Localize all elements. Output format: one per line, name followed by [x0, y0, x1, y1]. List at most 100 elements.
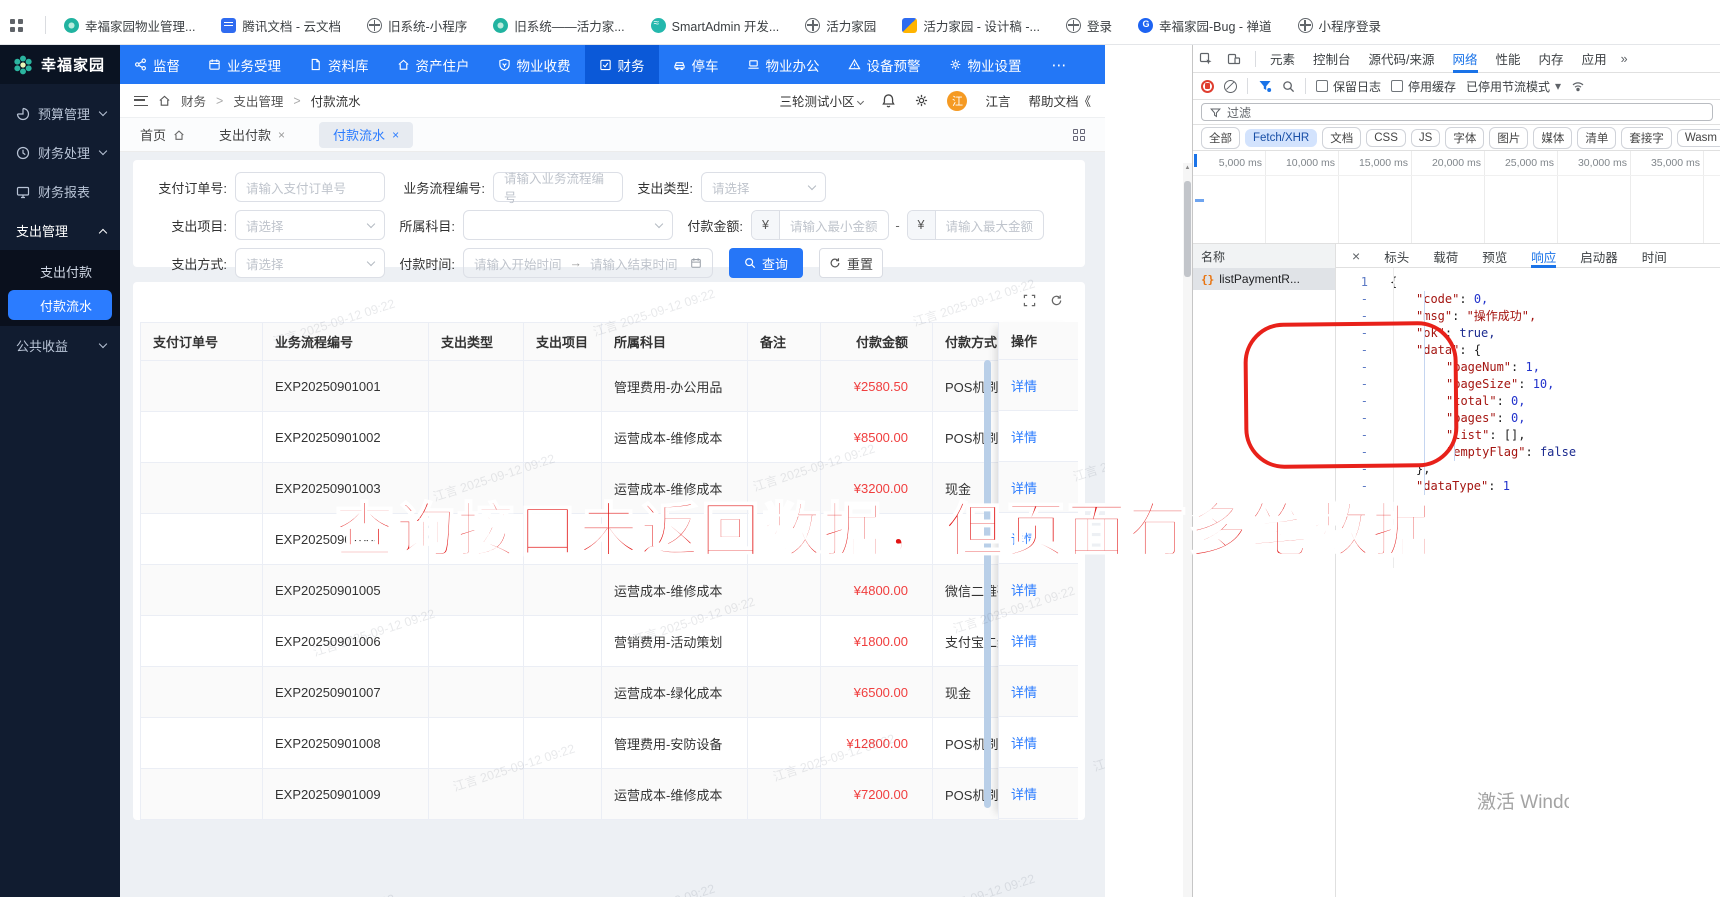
line-gutter[interactable]: - [1336, 393, 1380, 410]
tab-expense-payment[interactable]: 支出付款 × [219, 125, 285, 144]
amount-min-input[interactable]: ¥ 请输入最小金额 [751, 210, 889, 240]
gear-icon[interactable] [914, 93, 929, 108]
sidebar-item-expense-management[interactable]: 支出管理 [0, 211, 120, 250]
apps-grid-icon[interactable] [10, 18, 23, 32]
bookmark-item[interactable]: 登录 [1065, 16, 1112, 35]
nav-item-finance[interactable]: 财务 [584, 45, 659, 84]
checkbox-icon[interactable] [1391, 80, 1404, 92]
scroll-up-arrow[interactable]: ▲ [1183, 165, 1192, 171]
response-tab[interactable]: 标头 [1384, 244, 1409, 268]
nav-item-device-alarm[interactable]: 设备预警 [834, 45, 935, 84]
preserve-log-checkbox[interactable]: 保留日志 [1316, 78, 1381, 95]
search-icon[interactable] [1282, 80, 1295, 93]
line-gutter[interactable]: - [1336, 342, 1380, 359]
bookmark-item[interactable]: 旧系统——活力家... [493, 16, 625, 35]
response-tab[interactable]: 载荷 [1433, 244, 1458, 268]
detail-link[interactable]: 详情 [1011, 733, 1037, 752]
devtools-tab[interactable]: 性能 [1496, 45, 1521, 73]
request-type-chip[interactable]: JS [1410, 128, 1441, 147]
record-icon[interactable] [1201, 79, 1214, 93]
nav-item-property-fee[interactable]: 物业收费 [484, 45, 585, 84]
community-select[interactable]: 三轮测试小区 [779, 91, 865, 110]
amount-max-input[interactable]: ¥ 请输入最大金额 [906, 210, 1045, 240]
pay-time-range-input[interactable]: 请输入开始时间 → 请输入结束时间 [463, 248, 713, 278]
breadcrumb[interactable]: 财务 [181, 91, 206, 110]
bookmark-item[interactable]: 旧系统-小程序 [367, 16, 467, 35]
detail-link[interactable]: 详情 [1011, 529, 1037, 548]
bookmark-item[interactable]: 活力家园 [805, 16, 876, 35]
network-conditions-icon[interactable] [1571, 79, 1585, 93]
sidebar-item-budget-management[interactable]: 预算管理 [0, 94, 120, 133]
sidebar-item-payment-flow[interactable]: 付款流水 [8, 290, 112, 320]
device-toolbar-icon[interactable] [1227, 52, 1241, 66]
home-icon[interactable] [158, 94, 171, 107]
nav-item-parking[interactable]: 停车 [659, 45, 733, 84]
nav-more-button[interactable]: ⋯ [1042, 56, 1079, 74]
tabs-overflow-button[interactable]: » [1621, 52, 1628, 66]
reset-button[interactable]: 重置 [819, 248, 883, 278]
response-tab[interactable]: 时间 [1642, 244, 1667, 268]
nav-item-business-acceptance[interactable]: 业务受理 [194, 45, 295, 84]
request-type-chip[interactable]: CSS [1366, 128, 1406, 147]
pay-no-input[interactable]: 请输入支付订单号 [235, 172, 385, 202]
bookmark-item[interactable]: 小程序登录 [1297, 16, 1381, 35]
request-type-chip[interactable]: 字体 [1445, 126, 1485, 149]
bell-icon[interactable] [881, 93, 896, 108]
close-icon[interactable]: × [1352, 248, 1360, 264]
flow-no-input[interactable]: 请输入业务流程编号 [493, 172, 623, 205]
sidebar-item-finance-report[interactable]: 财务报表 [0, 172, 120, 211]
bookmark-item[interactable]: SmartAdmin 开发... [650, 16, 779, 35]
sidebar-item-finance-processing[interactable]: 财务处理 [0, 133, 120, 172]
inspect-icon[interactable] [1199, 52, 1213, 66]
page-scrollbar-thumb[interactable] [1184, 181, 1191, 277]
line-gutter[interactable]: - [1336, 478, 1380, 495]
checkbox-icon[interactable] [1316, 80, 1328, 92]
bookmark-item[interactable]: 腾讯文档 - 云文档 [221, 16, 341, 35]
bookmark-item[interactable]: 活力家园 - 设计稿 -... [902, 16, 1040, 35]
bookmark-item[interactable]: 幸福家园-Bug - 禅道 [1138, 16, 1272, 35]
nav-item-asset-resident[interactable]: 资产住户 [383, 45, 484, 84]
request-type-chip[interactable]: Wasm [1676, 128, 1720, 147]
breadcrumb[interactable]: 付款流水 [311, 91, 361, 110]
detail-link[interactable]: 详情 [1011, 427, 1037, 446]
request-row[interactable]: {} listPaymentR... [1193, 268, 1335, 290]
nav-item-repository[interactable]: 资料库 [295, 45, 383, 84]
fullscreen-icon[interactable] [1023, 294, 1036, 307]
filter-funnel-icon[interactable] [1258, 79, 1272, 93]
nav-item-property-settings[interactable]: 物业设置 [935, 45, 1036, 84]
devtools-tab[interactable]: 源代码/来源 [1369, 45, 1435, 73]
response-tab[interactable]: 启动器 [1580, 244, 1618, 268]
detail-link[interactable]: 详情 [1011, 784, 1037, 803]
line-gutter[interactable]: - [1336, 444, 1380, 461]
devtools-tab[interactable]: 应用 [1582, 45, 1607, 73]
tab-payment-flow[interactable]: 付款流水 × [319, 121, 414, 148]
pay-method-select[interactable]: 请选择 [235, 248, 385, 278]
subject-select[interactable] [463, 210, 673, 240]
request-type-chip[interactable]: 图片 [1489, 126, 1529, 149]
expense-item-select[interactable]: 请选择 [235, 210, 385, 240]
devtools-tab[interactable]: 元素 [1270, 45, 1295, 73]
avatar[interactable]: 江 [947, 90, 968, 111]
network-filter-input[interactable]: 过滤 [1201, 103, 1713, 121]
devtools-tab[interactable]: 内存 [1539, 45, 1564, 73]
detail-link[interactable]: 详情 [1011, 631, 1037, 650]
throttling-select[interactable]: 已停用节流模式 ▾ [1466, 78, 1561, 95]
request-type-chip[interactable]: 媒体 [1533, 126, 1573, 149]
nav-item-supervision[interactable]: 监督 [120, 45, 194, 84]
devtools-tab[interactable]: 控制台 [1313, 45, 1351, 73]
detail-link[interactable]: 详情 [1011, 376, 1037, 395]
detail-link[interactable]: 详情 [1011, 682, 1037, 701]
line-gutter[interactable]: - [1336, 308, 1380, 325]
request-type-chip[interactable]: Fetch/XHR [1245, 128, 1318, 147]
request-type-chip[interactable]: 清单 [1577, 126, 1617, 149]
refresh-icon[interactable] [1050, 294, 1063, 307]
name-column-header[interactable]: 名称 [1193, 244, 1336, 268]
page-scrollbar[interactable]: ▲ [1183, 163, 1192, 897]
collapse-menu-icon[interactable] [134, 95, 148, 106]
line-gutter[interactable]: - [1336, 427, 1380, 444]
request-type-chip[interactable]: 全部 [1201, 126, 1240, 149]
devtools-tab[interactable]: 网络 [1453, 45, 1478, 73]
breadcrumb[interactable]: 支出管理 [233, 91, 283, 110]
detail-link[interactable]: 详情 [1011, 580, 1037, 599]
app-logo[interactable]: 幸福家园 [0, 45, 120, 84]
